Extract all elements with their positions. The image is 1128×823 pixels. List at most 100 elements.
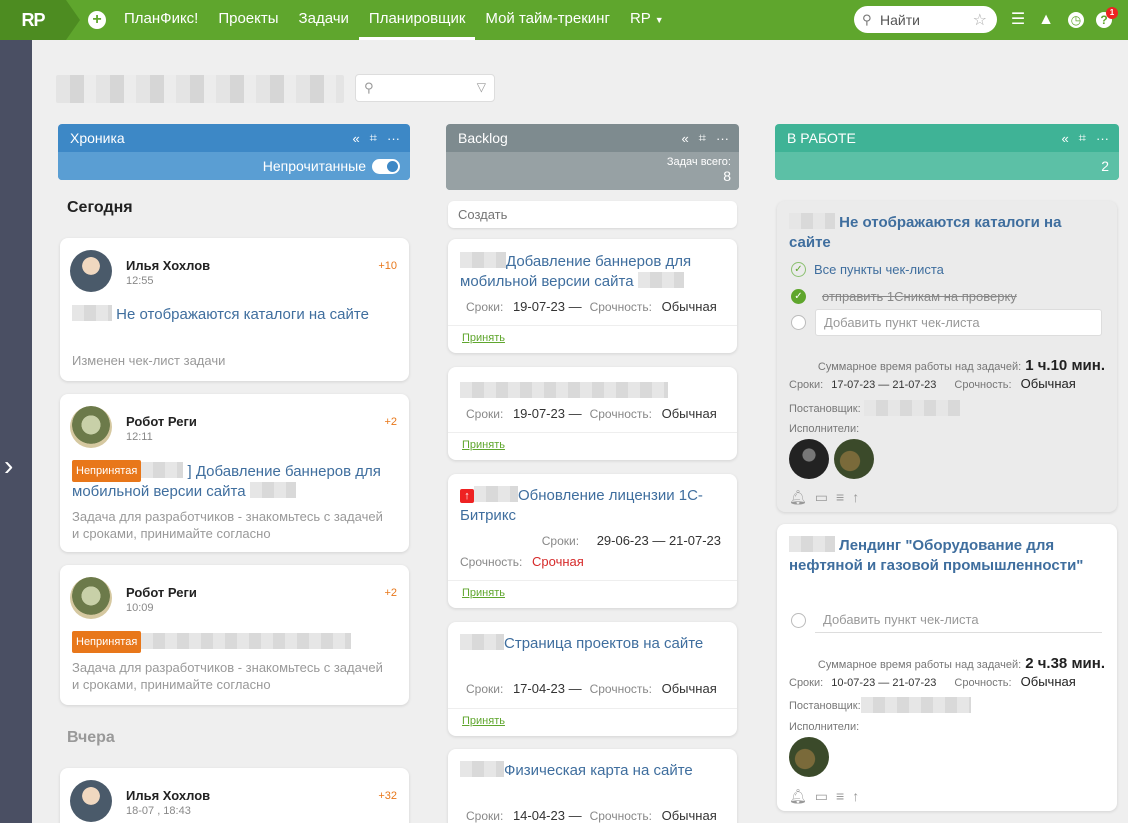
- task-card[interactable]: ↑ Обновление лицензии 1С-Битрикс Сроки: 2…: [448, 474, 737, 608]
- more-icon[interactable]: ···: [716, 131, 729, 146]
- clock-icon[interactable]: ◷: [1066, 10, 1086, 30]
- assignee-avatar[interactable]: [789, 439, 829, 479]
- nav-planfix[interactable]: ПланФикс!: [114, 0, 208, 40]
- column-title: Backlog: [458, 130, 508, 146]
- column-title: Хроника: [70, 130, 125, 146]
- assignee-avatar[interactable]: [789, 737, 829, 777]
- task-link[interactable]: Не отображаются каталоги на сайте: [72, 305, 392, 325]
- event-time: 12:11: [126, 431, 153, 443]
- add-icon[interactable]: +: [88, 11, 106, 29]
- task-card[interactable]: Страница проектов на сайте Сроки: 17-04-…: [448, 622, 737, 736]
- urgency-label: Срочность:: [954, 379, 1012, 391]
- search-icon: ⚲: [364, 80, 374, 95]
- task-link[interactable]: Непринятая: [72, 631, 392, 653]
- assignees-label: Исполнители:: [789, 423, 860, 435]
- search-input[interactable]: [880, 11, 960, 28]
- chevron-down-icon: ▼: [654, 15, 664, 25]
- urgency-value: Обычная: [661, 681, 717, 696]
- add-checklist-item-input[interactable]: [815, 606, 1102, 633]
- bell-icon[interactable]: 🔔︎: [789, 489, 807, 506]
- bell-icon[interactable]: 🔔︎: [789, 788, 807, 805]
- chevron-right-icon[interactable]: ›: [4, 450, 13, 482]
- star-icon[interactable]: ☆: [973, 10, 987, 30]
- nav-tasks[interactable]: Задачи: [289, 0, 359, 40]
- task-link[interactable]: Страница проектов на сайте: [460, 634, 730, 654]
- task-link[interactable]: Непринятая ] Добавление баннеров для моб…: [72, 460, 392, 502]
- divider: [448, 325, 737, 326]
- urgency-label: Срочность:: [460, 555, 523, 569]
- collapse-icon[interactable]: «: [681, 131, 688, 146]
- task-link[interactable]: Лендинг "Оборудование для нефтяной и газ…: [789, 536, 1099, 576]
- total-time: Суммарное время работы над задачей: 1 ч.1…: [818, 357, 1105, 374]
- nav-planner[interactable]: Планировщик: [358, 0, 476, 40]
- event-count: +32: [378, 790, 397, 802]
- all-items-label: Все пункты чек-листа: [814, 262, 944, 277]
- help-icon[interactable]: ? 1: [1094, 7, 1118, 30]
- feed-card[interactable]: Илья Хохлов 12:55 +10 Не отображаются ка…: [60, 238, 409, 381]
- feed-card[interactable]: Илья Хохлов 18-07 , 18:43 +32: [60, 768, 409, 823]
- collapse-icon[interactable]: «: [1061, 131, 1068, 146]
- backlog-column-header: Backlog « ⌗ ··· Задач всего: 8: [446, 124, 739, 190]
- nav-rp-menu[interactable]: RP ▼: [620, 0, 674, 40]
- task-card[interactable]: Сроки: 19-07-23 — Срочность: Обычная Прин…: [448, 367, 737, 460]
- list-icon[interactable]: ≡: [836, 489, 844, 506]
- task-card[interactable]: Не отображаются каталоги на сайте ✓ Все п…: [777, 201, 1117, 512]
- filter-icon[interactable]: ▽: [477, 80, 486, 94]
- urgency-value: Обычная: [1020, 674, 1076, 689]
- filter-search-box[interactable]: ⚲ ▽: [355, 74, 495, 102]
- comment-icon[interactable]: ▭: [815, 489, 828, 506]
- feed-card[interactable]: Робот Реги 10:09 +2 Непринятая Задача дл…: [60, 565, 409, 705]
- author-blurred: [863, 400, 960, 416]
- focus-icon[interactable]: ⌗: [370, 130, 377, 146]
- avatar: [70, 250, 112, 292]
- focus-icon[interactable]: ⌗: [1079, 130, 1086, 146]
- urgency-label: Срочность:: [589, 809, 652, 823]
- task-link[interactable]: Физическая карта на сайте: [460, 761, 730, 781]
- hamburger-menu-icon[interactable]: ☰: [1008, 10, 1028, 30]
- task-title-blurred: [141, 633, 352, 649]
- all-checklist-items[interactable]: ✓ Все пункты чек-листа: [791, 262, 944, 277]
- task-id-blurred: [141, 462, 184, 478]
- more-icon[interactable]: ···: [387, 131, 400, 146]
- task-link[interactable]: Добавление баннеров для мобильной версии…: [460, 252, 730, 292]
- accept-link[interactable]: Принять: [462, 332, 505, 344]
- focus-icon[interactable]: ⌗: [699, 130, 706, 146]
- nav-time-tracking[interactable]: Мой тайм-трекинг: [475, 0, 620, 40]
- today-heading: Сегодня: [67, 199, 133, 216]
- comment-icon[interactable]: ▭: [815, 788, 828, 805]
- assignee-avatar[interactable]: [834, 439, 874, 479]
- global-search[interactable]: ⚲ ☆: [854, 6, 997, 33]
- checklist-item-text: отправить 1Сникам на проверку: [822, 289, 1017, 304]
- unread-toggle[interactable]: [372, 158, 400, 174]
- total-label: Задач всего:: [666, 156, 731, 168]
- inwork-column-header: В РАБОТЕ « ⌗ ··· 2: [775, 124, 1119, 180]
- arrow-up-icon[interactable]: ↑: [852, 788, 859, 805]
- accept-link[interactable]: Принять: [462, 439, 505, 451]
- accept-link[interactable]: Принять: [462, 715, 505, 727]
- rocket-icon[interactable]: ▲: [1036, 10, 1056, 30]
- task-link[interactable]: [460, 382, 668, 402]
- list-icon[interactable]: ≡: [836, 788, 844, 805]
- task-urgency: Срочность: Срочная: [460, 554, 584, 569]
- logo[interactable]: RP: [0, 0, 80, 40]
- task-link[interactable]: Не отображаются каталоги на сайте: [789, 213, 1099, 253]
- create-task-input[interactable]: [448, 201, 737, 228]
- nav-projects[interactable]: Проекты: [208, 0, 288, 40]
- accept-link[interactable]: Принять: [462, 587, 505, 599]
- checklist-item[interactable]: ✓ отправить 1Сникам на проверку: [791, 289, 1017, 304]
- arrow-up-icon[interactable]: ↑: [852, 489, 859, 506]
- feed-card[interactable]: Робот Реги 12:11 +2 Непринятая ] Добавле…: [60, 394, 409, 552]
- task-meta: Сроки: 17-04-23 — Срочность: Обычная: [466, 681, 717, 696]
- collapse-icon[interactable]: «: [352, 131, 359, 146]
- total-time: Суммарное время работы над задачей: 2 ч.3…: [818, 655, 1105, 672]
- task-card[interactable]: Лендинг "Оборудование для нефтяной и газ…: [777, 524, 1117, 811]
- task-link[interactable]: ↑ Обновление лицензии 1С-Битрикс: [460, 486, 730, 526]
- more-icon[interactable]: ···: [1096, 131, 1109, 146]
- column-title: В РАБОТЕ: [787, 130, 856, 146]
- add-checklist-item-input[interactable]: [815, 309, 1102, 336]
- check-done-icon[interactable]: ✓: [791, 289, 806, 304]
- deadline-value: 29-06-23 — 21-07-23: [596, 533, 721, 548]
- task-card[interactable]: Физическая карта на сайте Сроки: 14-04-2…: [448, 749, 737, 823]
- task-id-blurred: [789, 213, 835, 229]
- task-card[interactable]: Добавление баннеров для мобильной версии…: [448, 239, 737, 353]
